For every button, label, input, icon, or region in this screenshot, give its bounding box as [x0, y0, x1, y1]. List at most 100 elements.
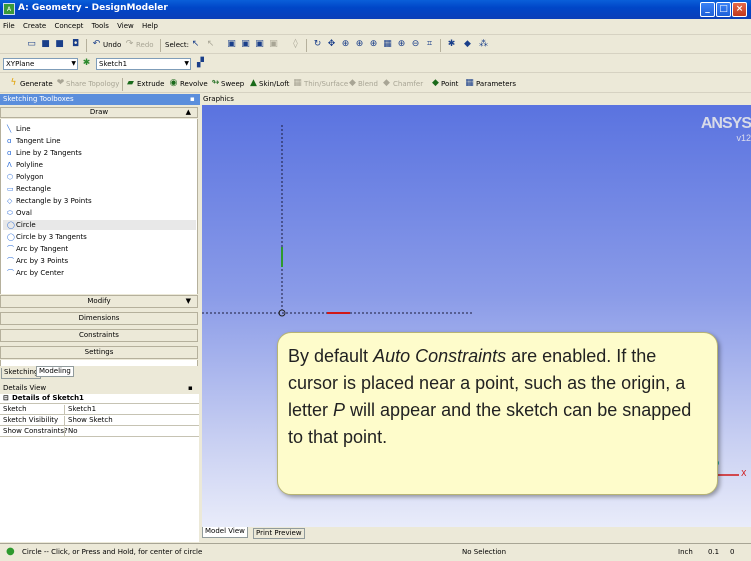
new-icon[interactable]: ▭ — [26, 39, 37, 50]
pin-icon[interactable]: ▪ — [190, 94, 195, 105]
extrude-button[interactable]: Extrude — [137, 78, 164, 90]
tab-print-preview[interactable]: Print Preview — [253, 528, 305, 539]
row-value[interactable]: No — [64, 427, 78, 437]
constraints-section[interactable]: Constraints — [0, 329, 198, 342]
chevron-down-icon[interactable]: ▼ — [186, 296, 191, 307]
iso-view-icon[interactable]: ⌗ — [424, 39, 435, 50]
point-button[interactable]: Point — [441, 78, 458, 90]
draw-item-rectangle-by-3-points[interactable]: ◇ Rectangle by 3 Points — [7, 196, 92, 206]
skin-loft-button[interactable]: Skin/Loft — [259, 78, 289, 90]
pin-icon[interactable]: ▪ — [188, 383, 193, 394]
help-icon[interactable]: ⁂ — [478, 39, 489, 50]
redo-icon[interactable]: ↷ — [124, 39, 135, 50]
draw-item-arc-by-center[interactable]: ⌒ Arc by Center — [7, 268, 64, 278]
tab-modeling[interactable]: Modeling — [36, 366, 74, 377]
draw-item-line-by-2-tangents[interactable]: ɑ Line by 2 Tangents — [7, 148, 82, 158]
coords-status: 0.1 — [708, 548, 720, 556]
dimensions-section[interactable]: Dimensions — [0, 312, 198, 325]
menu-help[interactable]: Help — [139, 19, 161, 33]
revolve-icon: ◉ — [169, 78, 178, 88]
zoom-out-icon[interactable]: ⊖ — [410, 39, 421, 50]
menu-concept[interactable]: Concept — [51, 19, 86, 33]
blend-button[interactable]: Blend — [358, 78, 378, 90]
select-edge-icon[interactable]: ▣ — [240, 39, 251, 50]
draw-header[interactable]: Draw ▲ — [0, 107, 198, 118]
chamfer-button[interactable]: Chamfer — [393, 78, 423, 90]
section-label: Settings — [84, 348, 114, 356]
polygon-icon: ⬡ — [7, 173, 14, 181]
select-face-icon[interactable]: ▣ — [254, 39, 265, 50]
arc-tangent-icon: ⌒ — [7, 245, 14, 253]
undo-button[interactable]: Undo — [103, 39, 121, 51]
select-point-icon[interactable]: ▣ — [226, 39, 237, 50]
new-plane-icon[interactable]: ✱ — [81, 58, 92, 69]
select-mode-icon[interactable]: ↖ — [190, 39, 201, 50]
draw-item-label: Arc by Center — [16, 269, 64, 277]
display-icon[interactable]: ◆ — [462, 39, 473, 50]
lightning-icon: ϟ — [10, 78, 17, 88]
draw-item-arc-by-tangent[interactable]: ⌒ Arc by Tangent — [7, 244, 68, 254]
zoom-window-icon[interactable]: ▦ — [382, 39, 393, 50]
row-value[interactable]: Sketch1 — [64, 405, 96, 415]
collapse-icon[interactable]: ⊟ — [3, 394, 9, 403]
modify-section[interactable]: Modify ▼ — [0, 295, 198, 308]
separator — [122, 78, 123, 91]
minimize-button[interactable]: _ — [700, 2, 715, 17]
draw-item-label: Arc by 3 Points — [16, 257, 69, 265]
menu-bar: File Create Concept Tools View Help — [0, 19, 751, 35]
zoom-icon[interactable]: ⊕ — [340, 39, 351, 50]
draw-item-circle-by-3-tangents[interactable]: ◯Circle by 3 Tangents — [7, 232, 87, 242]
select-body-icon[interactable]: ▣ — [268, 39, 279, 50]
menu-tools[interactable]: Tools — [89, 19, 112, 33]
menu-create[interactable]: Create — [20, 19, 49, 33]
draw-item-tangent-line[interactable]: ɑ Tangent Line — [7, 136, 61, 146]
redo-button[interactable]: Redo — [136, 39, 154, 51]
plane-select[interactable]: XYPlane ▼ — [3, 58, 78, 70]
cube-icon[interactable]: A — [3, 3, 15, 15]
callout-text-1: By default — [288, 346, 374, 366]
new-sketch-icon[interactable]: ▞ — [195, 58, 206, 69]
separator — [306, 39, 307, 52]
select-label: Select: — [165, 41, 189, 49]
share-topology-button[interactable]: Share Topology — [66, 78, 119, 90]
tab-model-view[interactable]: Model View — [202, 527, 248, 538]
chevron-up-icon[interactable]: ▲ — [186, 108, 191, 117]
selection-status: No Selection — [462, 548, 507, 556]
menu-view[interactable]: View — [114, 19, 137, 33]
pan-icon[interactable]: ✥ — [326, 39, 337, 50]
save-icon[interactable]: ■ — [40, 39, 51, 50]
draw-item-polygon[interactable]: ⬡ Polygon — [7, 172, 44, 182]
parameters-button[interactable]: Parameters — [476, 78, 516, 90]
draw-item-line[interactable]: ╲ Line — [7, 124, 31, 134]
zoom-in-icon[interactable]: ⊕ — [396, 39, 407, 50]
draw-item-oval[interactable]: ⬭ Oval — [7, 208, 32, 218]
draw-item-arc-by-3-points[interactable]: ⌒ Arc by 3 Points — [7, 256, 68, 266]
draw-item-label: Polygon — [16, 173, 44, 181]
save-as-icon[interactable]: ■ — [54, 39, 65, 50]
menu-file[interactable]: File — [0, 19, 18, 33]
undo-icon[interactable]: ↶ — [91, 39, 102, 50]
draw-item-rectangle[interactable]: ▭ Rectangle — [7, 184, 51, 194]
draw-item-polyline[interactable]: Λ Polyline — [7, 160, 43, 170]
row-value[interactable]: Show Sketch — [64, 416, 113, 426]
settings-section[interactable]: Settings — [0, 346, 198, 359]
camera-icon[interactable]: ◘ — [70, 39, 81, 50]
sketch-select[interactable]: Sketch1 ▼ — [96, 58, 191, 70]
maximize-button[interactable]: □ — [716, 2, 731, 17]
zoom-box-icon[interactable]: ⊕ — [354, 39, 365, 50]
draw-item-circle[interactable]: ◯Circle — [3, 220, 196, 230]
generate-button[interactable]: Generate — [20, 78, 53, 90]
extend-icon[interactable]: ◊ — [290, 39, 301, 50]
plane-value: XYPlane — [6, 60, 35, 68]
thin-surface-button[interactable]: Thin/Surface — [304, 78, 348, 90]
rotate-icon[interactable]: ↻ — [312, 39, 323, 50]
revolve-button[interactable]: Revolve — [180, 78, 208, 90]
sweep-button[interactable]: Sweep — [221, 78, 244, 90]
close-button[interactable]: × — [732, 2, 747, 17]
select-filter-icon[interactable]: ↖ — [205, 39, 216, 50]
triad-icon[interactable]: ✱ — [446, 39, 457, 50]
zoom-fit-icon[interactable]: ⊕ — [368, 39, 379, 50]
sweep-icon: ↬ — [211, 78, 220, 88]
row-name: Sketch Visibility — [3, 416, 59, 424]
draw-item-label: Arc by Tangent — [16, 245, 69, 253]
